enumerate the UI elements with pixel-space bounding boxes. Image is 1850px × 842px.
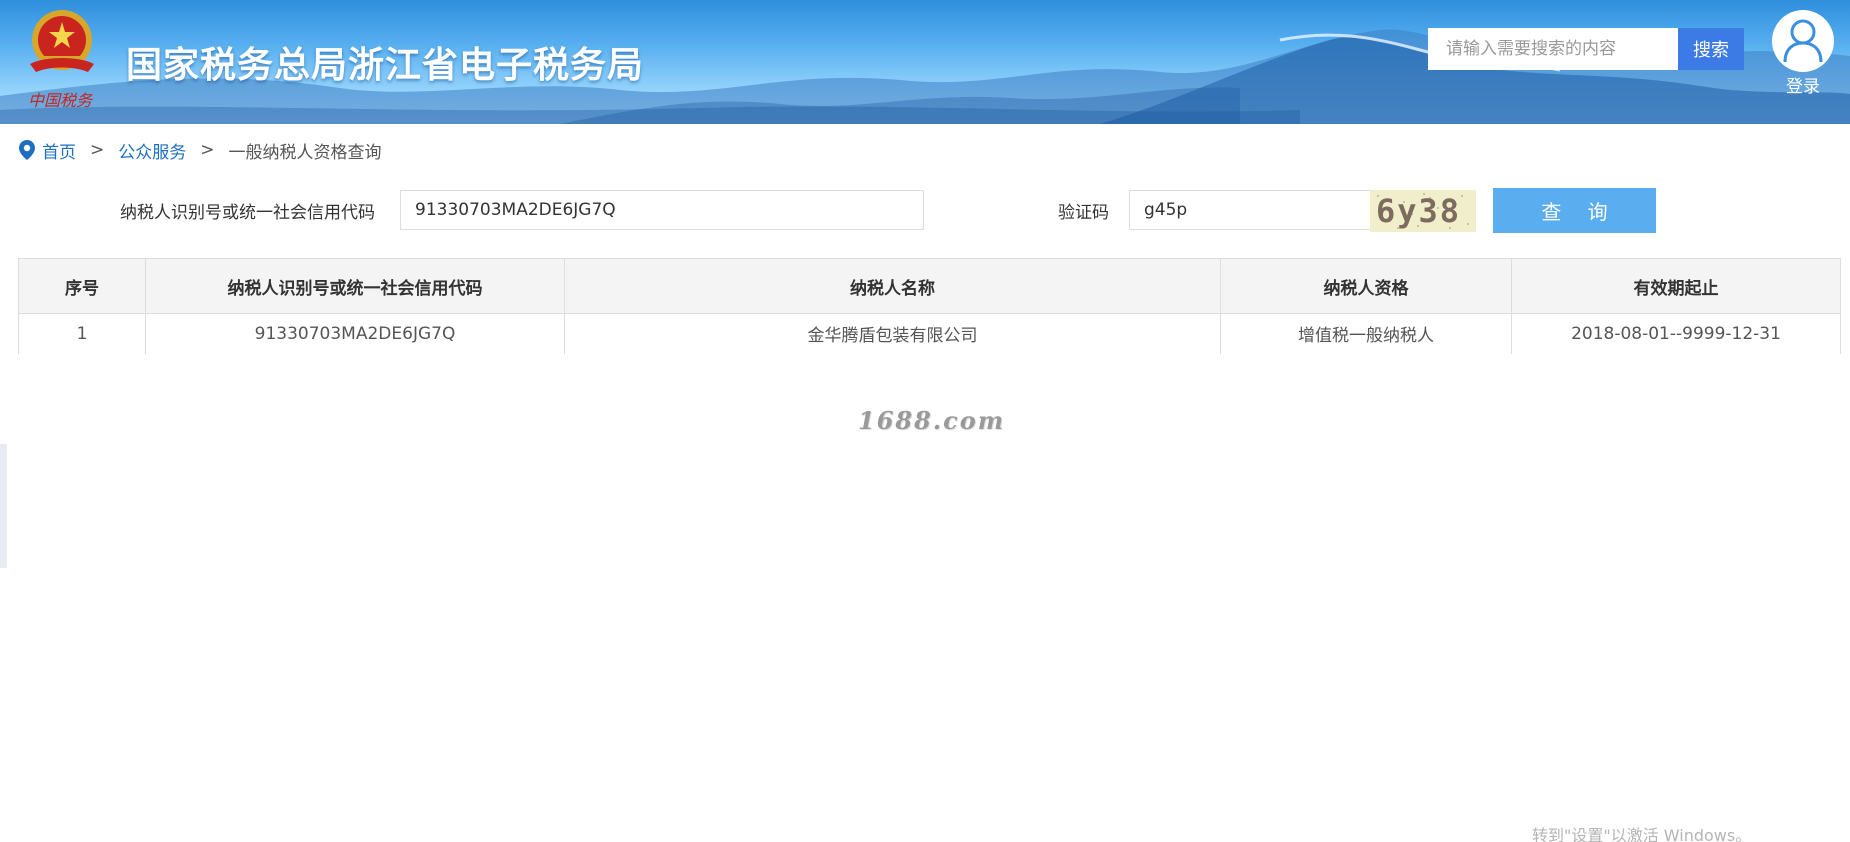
header-taxpayer-id: 纳税人识别号或统一社会信用代码: [145, 258, 565, 314]
captcha-image[interactable]: 6y38: [1370, 190, 1476, 232]
cell-taxpayer-name: 金华腾盾包装有限公司: [564, 313, 1221, 354]
national-tax-emblem-icon: 中国税务: [28, 10, 94, 110]
cell-validity-period: 2018-08-01--9999-12-31: [1511, 313, 1841, 354]
header-taxpayer-qualification: 纳税人资格: [1220, 258, 1512, 314]
captcha-input[interactable]: [1129, 190, 1377, 230]
search-input[interactable]: [1428, 28, 1678, 70]
breadcrumb-separator: >: [90, 140, 105, 160]
breadcrumb-current: 一般纳税人资格查询: [228, 142, 382, 163]
site-title: 国家税务总局浙江省电子税务局: [126, 45, 645, 86]
captcha-text: 6y38: [1376, 192, 1462, 230]
login-avatar[interactable]: [1772, 10, 1834, 72]
windows-activation-notice: 转到"设置"以激活 Windows。: [1532, 826, 1752, 842]
breadcrumb-separator: >: [200, 140, 215, 160]
login-link[interactable]: 登录: [1768, 72, 1838, 97]
table-header-row: 序号 纳税人识别号或统一社会信用代码 纳税人名称 纳税人资格 有效期起止: [18, 258, 1841, 314]
header-validity-period: 有效期起止: [1511, 258, 1841, 314]
taxpayer-id-input[interactable]: [400, 190, 924, 230]
breadcrumb-home[interactable]: 首页: [42, 138, 76, 163]
header-banner: 中国税务 国家税务总局浙江省电子税务局 搜索 登录: [0, 0, 1850, 124]
user-icon: [1783, 19, 1823, 63]
header-taxpayer-name: 纳税人名称: [564, 258, 1221, 314]
query-button[interactable]: 查 询: [1493, 188, 1656, 233]
breadcrumb-public-services[interactable]: 公众服务: [118, 138, 186, 163]
header-serial: 序号: [18, 258, 146, 314]
taxpayer-id-label: 纳税人识别号或统一社会信用代码: [120, 203, 375, 223]
left-edge-tab: [0, 444, 7, 568]
location-pin-icon: [19, 140, 35, 160]
search-button[interactable]: 搜索: [1678, 28, 1744, 70]
cell-serial: 1: [18, 313, 146, 354]
china-tax-calligraphy-icon: 中国税务: [28, 91, 94, 110]
captcha-label: 验证码: [1058, 203, 1109, 223]
table-row: 1 91330703MA2DE6JG7Q 金华腾盾包装有限公司 增值税一般纳税人…: [18, 313, 1841, 354]
result-table: 序号 纳税人识别号或统一社会信用代码 纳税人名称 纳税人资格 有效期起止 1 9…: [18, 258, 1841, 354]
cell-taxpayer-id: 91330703MA2DE6JG7Q: [145, 313, 565, 354]
watermark: 1688.com: [858, 406, 1006, 435]
cell-taxpayer-qualification: 增值税一般纳税人: [1220, 313, 1512, 354]
breadcrumb: 首页 > 公众服务 > 一般纳税人资格查询: [18, 138, 382, 163]
